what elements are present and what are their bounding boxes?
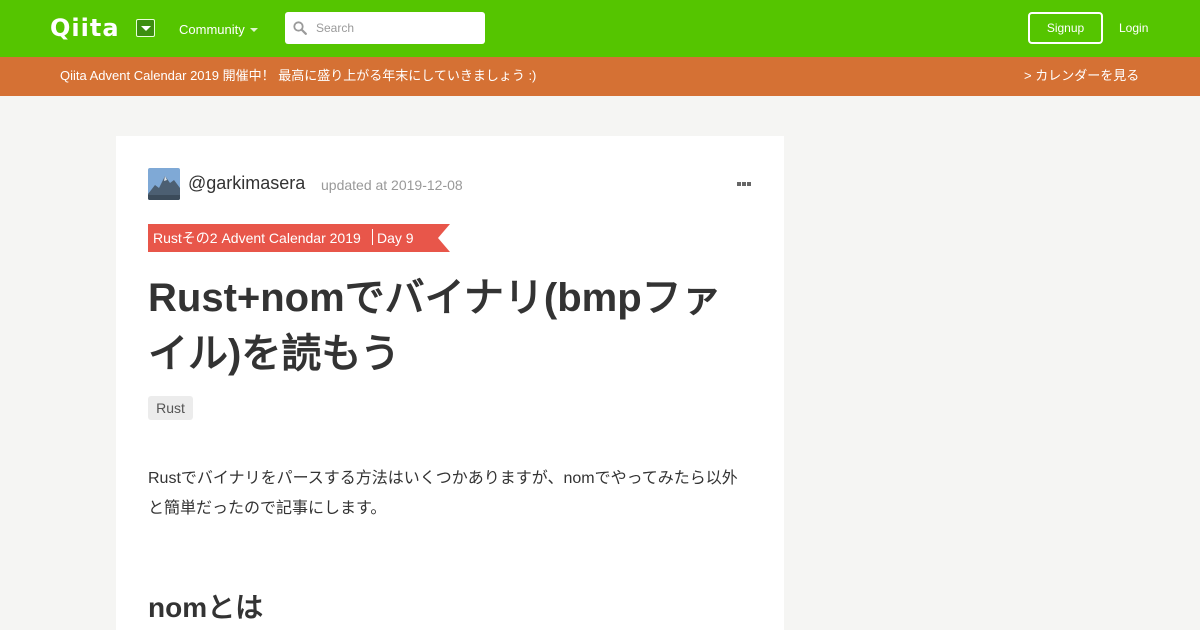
author-username[interactable]: @garkimasera bbox=[188, 173, 305, 194]
banner-message[interactable]: Qiita Advent Calendar 2019 開催中！ 最高に盛り上がる… bbox=[60, 68, 536, 84]
ribbon-tail bbox=[438, 224, 450, 252]
ribbon-divider bbox=[372, 229, 373, 245]
search-icon bbox=[293, 21, 307, 35]
view-calendar-link[interactable]: > カレンダーを見る bbox=[1024, 68, 1139, 84]
more-options-icon[interactable] bbox=[736, 181, 752, 187]
author-avatar[interactable] bbox=[148, 168, 180, 200]
avatar-image bbox=[148, 168, 180, 200]
article-intro: Rustでバイナリをパースする方法はいくつかありますが、nomでやってみたら以外… bbox=[148, 470, 738, 517]
updated-date: updated at 2019-12-08 bbox=[321, 177, 463, 193]
article-title: Rust+nomでバイナリ(bmpファイル)を読もう bbox=[148, 276, 722, 376]
advent-calendar-link[interactable]: Rustその2 Advent Calendar 2019 bbox=[153, 230, 361, 246]
signup-button[interactable]: Signup bbox=[1028, 12, 1103, 44]
advent-calendar-day[interactable]: Day 9 bbox=[377, 230, 414, 246]
caret-down-icon bbox=[141, 26, 151, 31]
search-input[interactable] bbox=[316, 18, 476, 38]
community-menu[interactable]: Community bbox=[179, 22, 245, 38]
login-link[interactable]: Login bbox=[1119, 20, 1148, 36]
article-card bbox=[116, 136, 784, 630]
tag-rust[interactable]: Rust bbox=[148, 396, 193, 420]
qiita-logo[interactable]: Qiita bbox=[50, 14, 120, 42]
service-menu-toggle[interactable] bbox=[136, 19, 155, 37]
chevron-down-icon bbox=[250, 28, 258, 32]
section-heading: nomとは bbox=[148, 592, 264, 623]
